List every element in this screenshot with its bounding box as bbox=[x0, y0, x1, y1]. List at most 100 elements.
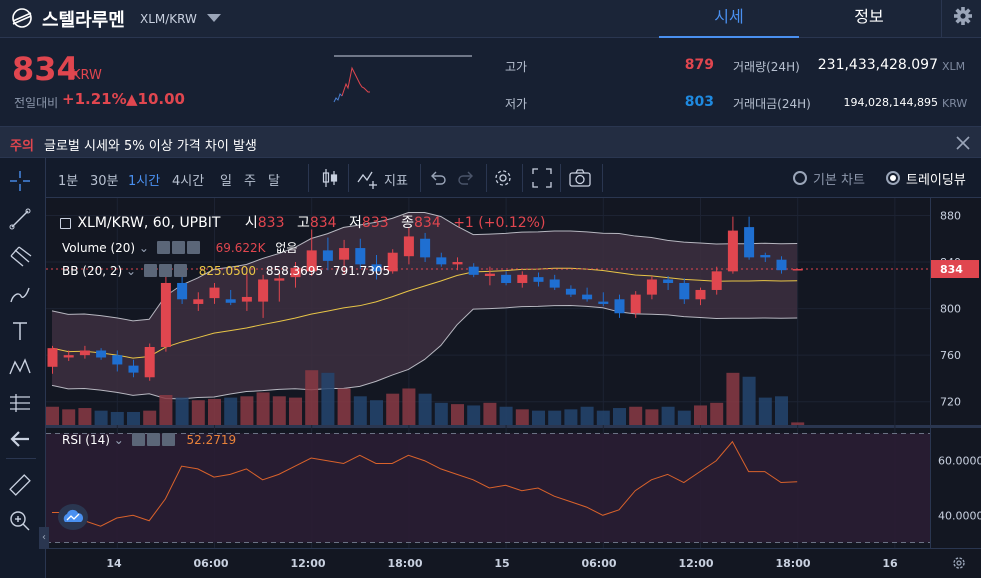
price-tick-label: 760 bbox=[940, 349, 961, 362]
remove-icon[interactable] bbox=[173, 264, 187, 277]
price-summary: 834 KRW 전일대비 +1.21% ▲10.00 고가 879 저가 803… bbox=[0, 38, 981, 126]
interval-day[interactable]: 일 bbox=[220, 170, 232, 189]
settings-icon[interactable] bbox=[146, 433, 160, 446]
candle-body bbox=[177, 282, 188, 300]
chevron-down-icon[interactable]: ⌄ bbox=[139, 241, 149, 255]
eye-icon[interactable] bbox=[156, 241, 170, 254]
candle-body bbox=[517, 274, 528, 283]
toolbar-divider bbox=[486, 164, 487, 192]
volume-bar bbox=[726, 372, 740, 425]
ruler-icon[interactable] bbox=[7, 472, 33, 498]
volume-bar bbox=[94, 410, 108, 425]
crosshair-icon[interactable] bbox=[7, 168, 33, 194]
undo-icon[interactable] bbox=[426, 166, 450, 190]
interval-1m[interactable]: 1분 bbox=[58, 170, 78, 189]
candle-body bbox=[549, 279, 560, 288]
volume-bar bbox=[208, 398, 221, 425]
volume-bar bbox=[613, 408, 626, 425]
volume-bar bbox=[515, 409, 529, 425]
collapse-icon[interactable] bbox=[60, 218, 71, 229]
remove-icon[interactable] bbox=[186, 241, 200, 254]
close-icon[interactable] bbox=[954, 134, 972, 152]
settings-icon[interactable] bbox=[158, 264, 172, 277]
settings-button[interactable] bbox=[941, 0, 981, 38]
interval-30m[interactable]: 30분 bbox=[90, 170, 119, 189]
coin-pair[interactable]: XLM/KRW bbox=[140, 12, 197, 26]
volume-value: 231,433,428.097 bbox=[817, 57, 938, 73]
chevron-down-icon[interactable]: ⌄ bbox=[114, 433, 124, 447]
volume-bar bbox=[775, 396, 788, 425]
volume-bar bbox=[272, 396, 286, 425]
fullscreen-icon[interactable] bbox=[530, 166, 554, 190]
candle-body bbox=[711, 271, 722, 290]
indicator-button[interactable]: 지표 bbox=[384, 170, 408, 189]
candle-body bbox=[339, 248, 350, 260]
brush-icon[interactable] bbox=[7, 282, 33, 308]
gear-icon[interactable] bbox=[491, 166, 515, 190]
eye-icon[interactable] bbox=[131, 433, 145, 446]
tradingview-logo[interactable] bbox=[58, 504, 88, 530]
ohlc-low-label: 저 bbox=[349, 215, 362, 231]
interval-week[interactable]: 주 bbox=[244, 170, 256, 189]
arrow-left-icon[interactable] bbox=[7, 426, 33, 452]
volume-bar bbox=[434, 402, 448, 425]
measure-icon[interactable] bbox=[7, 390, 33, 416]
eye-icon[interactable] bbox=[143, 264, 157, 277]
tradingview-label[interactable]: 트레이딩뷰 bbox=[906, 169, 966, 188]
top-header: 스텔라루멘 XLM/KRW 시세 정보 bbox=[0, 0, 981, 38]
redo-icon[interactable] bbox=[454, 166, 478, 190]
toolbar-expand-tab[interactable]: ‹ bbox=[39, 527, 49, 549]
volume-bar bbox=[532, 410, 545, 425]
pattern-icon[interactable] bbox=[7, 354, 33, 380]
volume-bar bbox=[370, 400, 383, 425]
basic-chart-label[interactable]: 기본 차트 bbox=[813, 169, 865, 188]
candle-body bbox=[614, 299, 625, 314]
current-price-tag-label: 834 bbox=[940, 263, 963, 276]
volume-indicator-label[interactable]: Volume (20) bbox=[62, 241, 135, 255]
volume-value: 69.622K bbox=[215, 241, 266, 255]
tradingview-radio[interactable] bbox=[886, 171, 900, 185]
rsi-indicator-label[interactable]: RSI (14) bbox=[62, 433, 110, 447]
ohlc-close: 834 bbox=[414, 215, 441, 231]
interval-month[interactable]: 달 bbox=[268, 170, 280, 189]
chevron-down-icon[interactable]: ⌄ bbox=[126, 264, 136, 278]
volume-bar bbox=[289, 397, 302, 425]
volume-bar bbox=[694, 405, 707, 425]
volume-bar bbox=[321, 372, 335, 425]
settings-icon[interactable] bbox=[171, 241, 185, 254]
indicator-icon[interactable] bbox=[356, 166, 380, 190]
volume-bar bbox=[191, 400, 205, 425]
tab-quote[interactable]: 시세 bbox=[659, 0, 799, 38]
candle-body bbox=[241, 296, 252, 302]
text-tool-icon[interactable] bbox=[7, 318, 33, 344]
change-amount: ▲10.00 bbox=[126, 90, 185, 108]
price-tick-label: 800 bbox=[940, 303, 961, 316]
time-tick-label: 15 bbox=[494, 557, 509, 570]
ohlc-high-label: 고 bbox=[296, 215, 310, 231]
price-chart[interactable]: 88084080076072083460.000040.00001406:001… bbox=[46, 198, 981, 578]
rsi-tick-label: 60.0000 bbox=[938, 455, 981, 468]
remove-icon[interactable] bbox=[161, 433, 175, 446]
volume-bar bbox=[645, 409, 659, 425]
candle-body bbox=[258, 279, 269, 302]
candle-body bbox=[452, 262, 463, 265]
tab-info[interactable]: 정보 bbox=[799, 0, 939, 38]
coin-name[interactable]: 스텔라루멘 bbox=[42, 6, 125, 32]
zoom-in-icon[interactable] bbox=[7, 508, 33, 534]
ohlc-low: 833 bbox=[361, 215, 389, 231]
chevron-down-icon[interactable] bbox=[207, 14, 221, 22]
interval-4h[interactable]: 4시간 bbox=[172, 170, 204, 189]
trend-line-icon[interactable] bbox=[7, 206, 33, 232]
bb-indicator-label[interactable]: BB (20, 2) bbox=[62, 264, 122, 278]
candle-type-icon[interactable] bbox=[318, 166, 342, 190]
amount-label: 거래대금(24H) bbox=[733, 97, 811, 111]
low-label: 저가 bbox=[505, 97, 528, 111]
interval-1h[interactable]: 1시간 bbox=[128, 170, 160, 189]
pitchfork-icon[interactable] bbox=[7, 244, 33, 270]
symbol-legend: XLM/KRW, 60, UPBIT 시833 고834 저833 종834 +… bbox=[60, 212, 545, 232]
camera-icon[interactable] bbox=[568, 166, 592, 190]
volume-bar bbox=[661, 406, 675, 425]
candle-body bbox=[501, 274, 512, 283]
volume-bar bbox=[596, 410, 610, 425]
basic-chart-radio[interactable] bbox=[793, 171, 807, 185]
